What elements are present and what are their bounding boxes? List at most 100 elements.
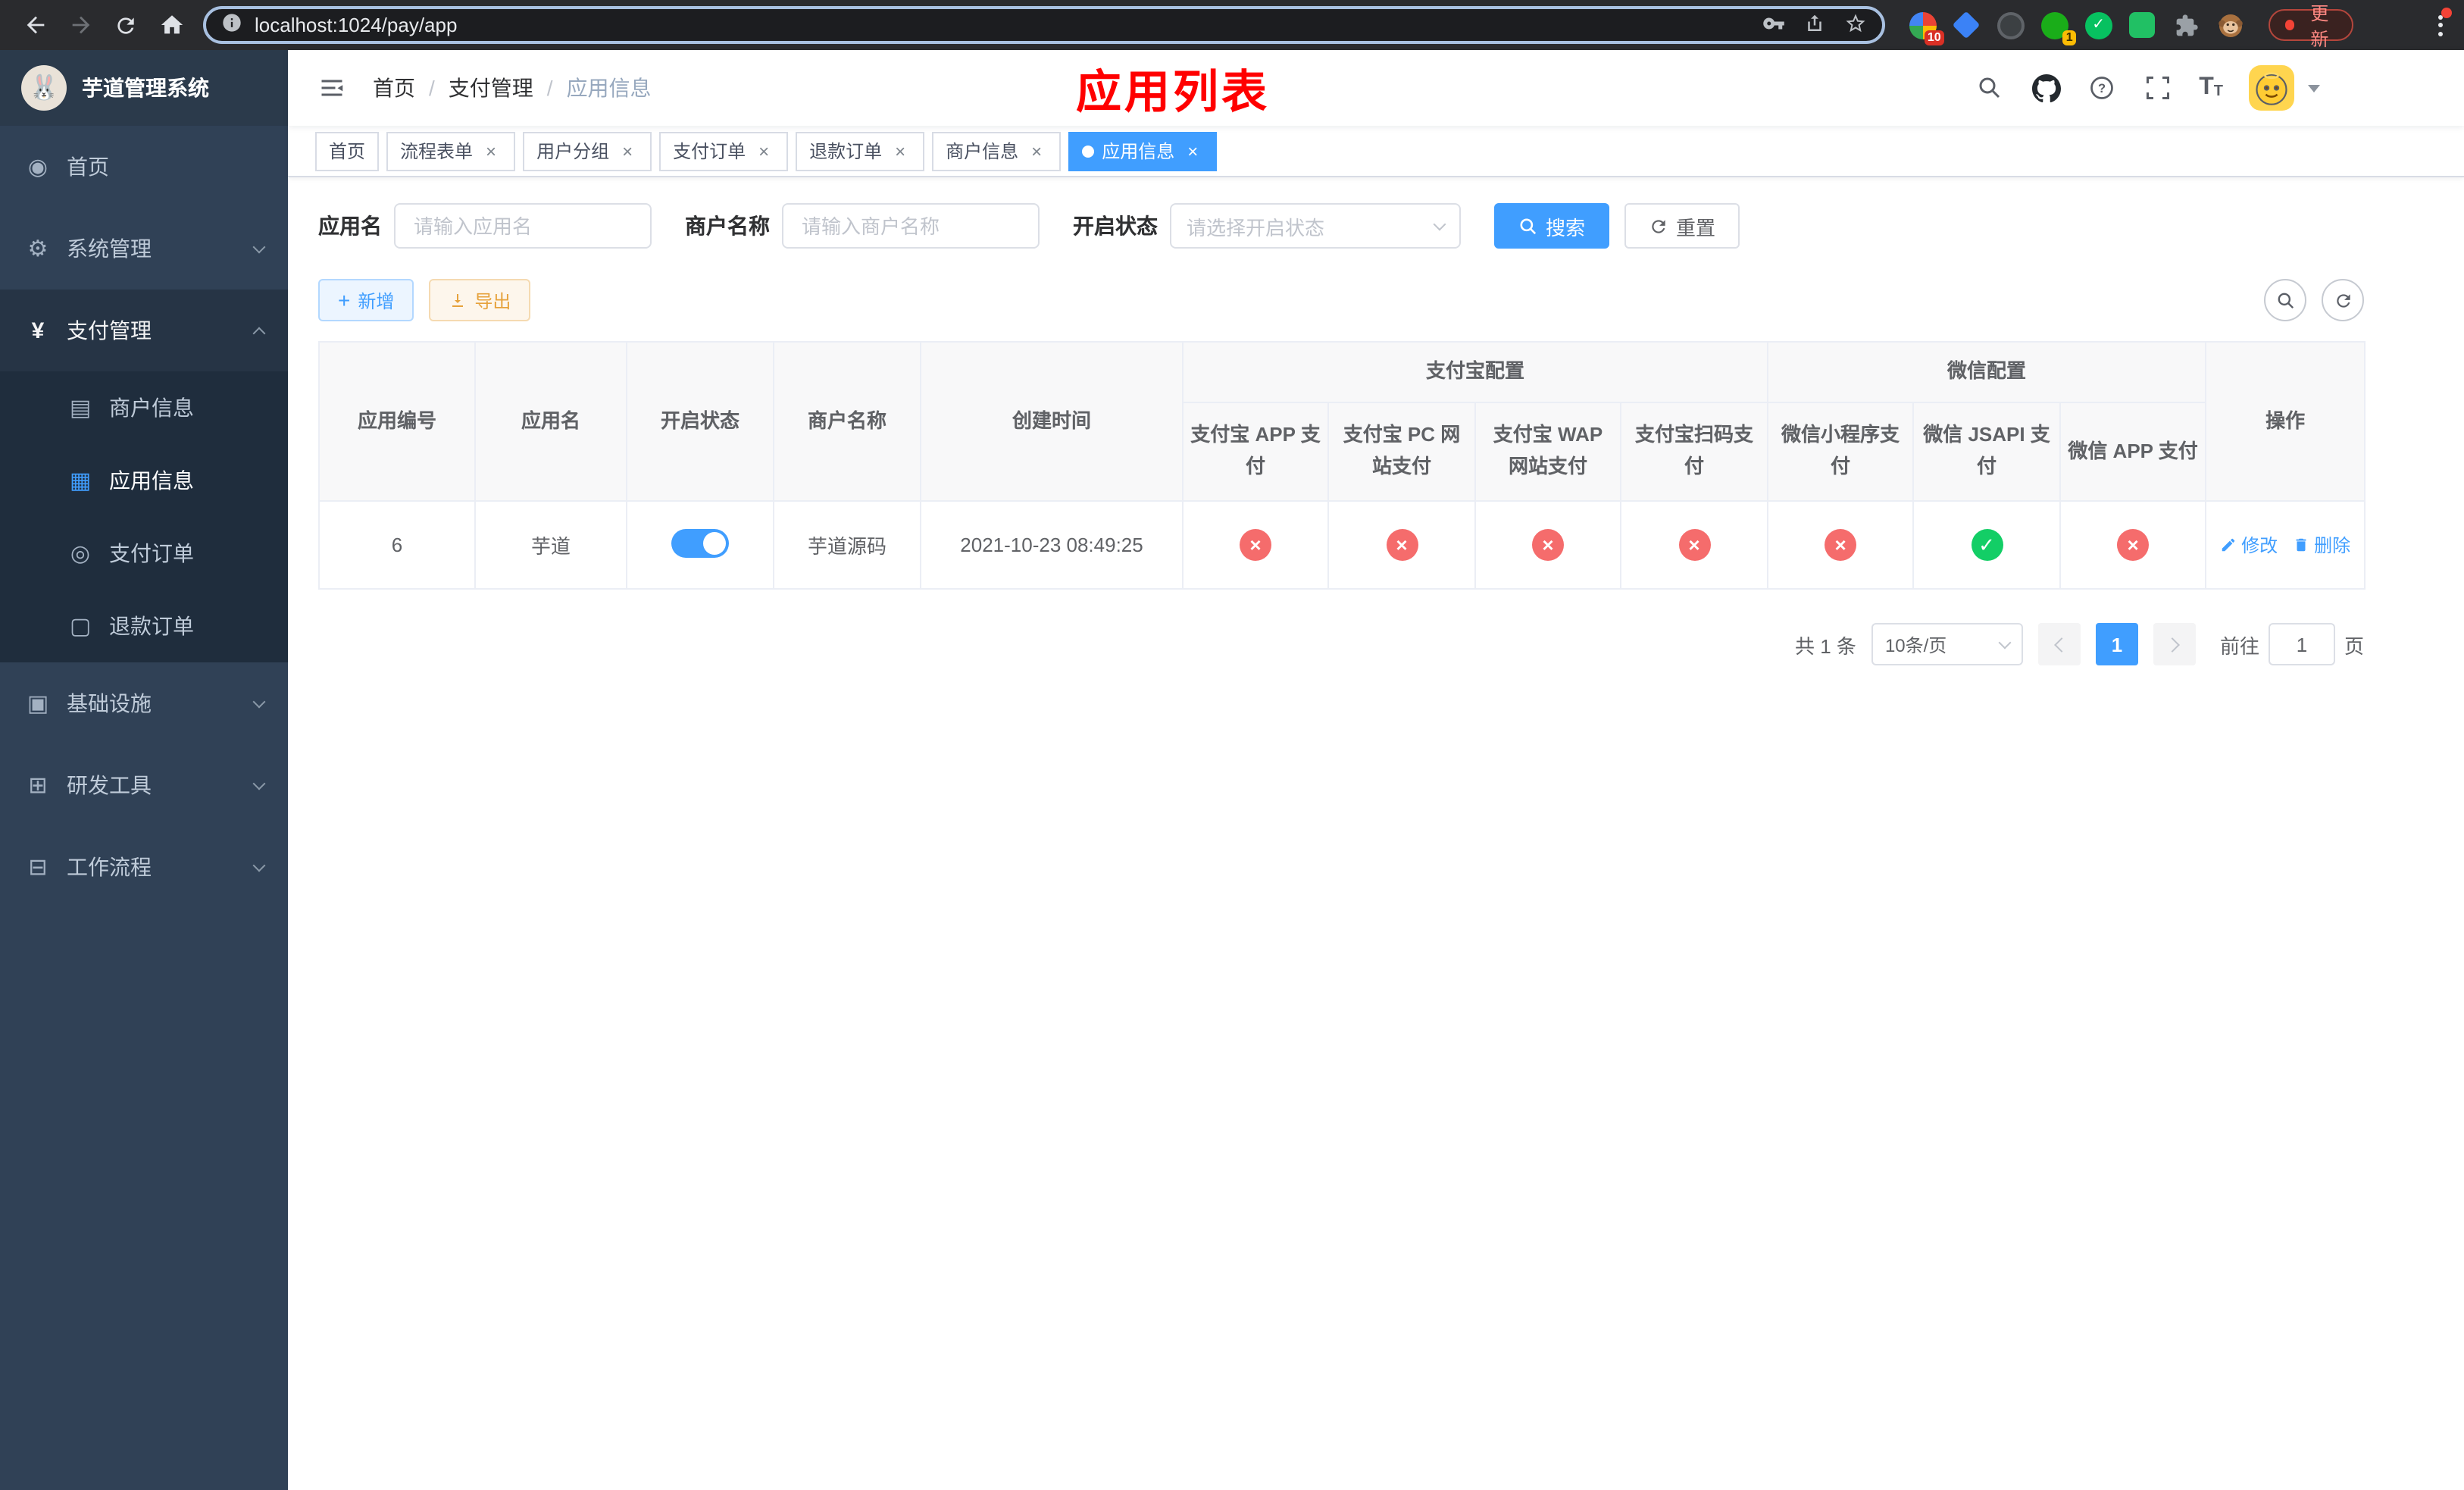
export-button[interactable]: 导出 <box>429 279 531 321</box>
page-number-button[interactable]: 1 <box>2095 623 2138 665</box>
tab-label: 商户信息 <box>946 141 1019 162</box>
tab-close-icon[interactable]: × <box>617 140 638 161</box>
payment-status-icon <box>1971 529 2003 561</box>
next-page-button[interactable] <box>2153 623 2196 665</box>
chevron-down-icon <box>252 239 266 253</box>
search-button[interactable]: 搜索 <box>1494 203 1610 249</box>
plus-icon: + <box>338 288 351 312</box>
sidebar-item-system[interactable]: ⚙ 系统管理 <box>0 208 288 290</box>
tabs-bar: 首页 流程表单 × 用户分组 × 支付订单 × 退款订单 × 商户信息 × 应用… <box>288 126 2464 177</box>
sidebar-item-refund-orders[interactable]: ▢ 退款订单 <box>0 590 288 662</box>
add-button[interactable]: + 新增 <box>318 279 414 321</box>
extension-green-circle-icon[interactable]: ✓ <box>2084 11 2112 39</box>
sidebar-item-workflow[interactable]: ⊟ 工作流程 <box>0 826 288 908</box>
tab-merchant-info[interactable]: 商户信息 × <box>932 131 1062 171</box>
tab-label: 首页 <box>329 141 366 162</box>
tab-close-icon[interactable]: × <box>890 140 911 161</box>
breadcrumb-home[interactable]: 首页 <box>373 73 415 103</box>
sidebar-item-payment[interactable]: ¥ 支付管理 <box>0 290 288 371</box>
search-icon[interactable] <box>1975 73 2005 103</box>
svg-text:?: ? <box>2098 82 2106 95</box>
chevron-down-icon <box>1998 635 2012 649</box>
toggle-search-button[interactable] <box>2264 279 2306 321</box>
fullscreen-icon[interactable] <box>2143 73 2173 103</box>
extension-diamond-icon[interactable] <box>1953 11 1981 39</box>
navbar-actions: ? TT <box>1975 65 2443 111</box>
cell-alipay-app <box>1182 500 1329 590</box>
tab-label: 支付订单 <box>673 141 746 162</box>
cell-alipay-qr <box>1619 500 1769 590</box>
github-icon[interactable] <box>2031 73 2061 103</box>
sidebar: 🐰 芋道管理系统 ◉ 首页 ⚙ 系统管理 ¥ 支付管理 ▤ 商户信息 ▦ 应用信… <box>0 50 288 1490</box>
document-icon: ▢ <box>69 614 92 640</box>
delete-link[interactable]: 删除 <box>2293 532 2350 558</box>
sidebar-item-payment-orders[interactable]: ◎ 支付订单 <box>0 517 288 590</box>
tab-home[interactable]: 首页 <box>315 131 380 171</box>
sidebar-collapse-button[interactable] <box>309 65 355 111</box>
sidebar-item-infrastructure[interactable]: ▣ 基础设施 <box>0 662 288 744</box>
column-header-created: 创建时间 <box>920 341 1184 502</box>
font-size-icon[interactable]: TT <box>2199 75 2223 100</box>
group-header-wechat: 微信配置 <box>1767 341 2207 403</box>
active-tab-dot <box>1082 145 1095 157</box>
extension-dark-icon[interactable] <box>1997 11 2025 39</box>
browser-menu-button[interactable] <box>2432 7 2452 42</box>
share-icon[interactable] <box>1803 11 1826 39</box>
goto-label: 前往 <box>2219 634 2259 657</box>
breadcrumb-payment[interactable]: 支付管理 <box>449 73 533 103</box>
sidebar-item-app-info[interactable]: ▦ 应用信息 <box>0 444 288 517</box>
sidebar-item-merchant-info[interactable]: ▤ 商户信息 <box>0 371 288 444</box>
cell-status <box>626 500 774 590</box>
tab-label: 应用信息 <box>1102 141 1175 162</box>
tab-close-icon[interactable]: × <box>1026 140 1047 161</box>
status-toggle[interactable] <box>671 528 729 557</box>
browser-forward-button[interactable] <box>61 5 100 45</box>
browser-home-button[interactable] <box>152 5 191 45</box>
extension-pinwheel-icon[interactable]: 10 <box>1909 11 1944 45</box>
payment-status-icon <box>1532 529 1564 561</box>
bank-card-icon: ▤ <box>69 396 92 421</box>
column-header-alipay-app: 支付宝 APP 支付 <box>1182 402 1329 502</box>
tab-close-icon[interactable]: × <box>1182 140 1203 161</box>
tab-refund-orders[interactable]: 退款订单 × <box>796 131 925 171</box>
password-key-icon[interactable] <box>1762 11 1785 39</box>
extension-wechat-icon[interactable]: 1 <box>2040 11 2076 45</box>
app-name-input[interactable] <box>394 203 652 249</box>
page-content: 应用名 商户名称 开启状态 请选择开启状态 <box>288 177 2464 1490</box>
status-select[interactable]: 请选择开启状态 <box>1170 203 1461 249</box>
sidebar-item-dev-tools[interactable]: ⊞ 研发工具 <box>0 744 288 826</box>
page-size-select[interactable]: 10条/页 <box>1871 623 2023 665</box>
goto-page-input[interactable] <box>2268 623 2335 665</box>
extension-puzzle-icon[interactable] <box>2173 11 2200 39</box>
tab-app-info[interactable]: 应用信息 × <box>1068 131 1218 171</box>
browser-profile-avatar[interactable] <box>2217 11 2244 39</box>
sidebar-item-label: 工作流程 <box>67 855 152 879</box>
refresh-button[interactable] <box>2322 279 2364 321</box>
prev-page-button[interactable] <box>2037 623 2081 665</box>
tab-close-icon[interactable]: × <box>480 140 502 161</box>
tab-process-form[interactable]: 流程表单 × <box>386 131 516 171</box>
browser-reload-button[interactable] <box>106 5 145 45</box>
tab-close-icon[interactable]: × <box>753 140 774 161</box>
address-bar[interactable]: localhost:1024/pay/app <box>203 6 1885 44</box>
bookmark-star-icon[interactable] <box>1844 11 1867 39</box>
user-avatar[interactable] <box>2249 65 2294 111</box>
avatar-dropdown-caret <box>2308 84 2320 92</box>
refresh-icon <box>2336 293 2350 307</box>
merchant-name-input[interactable] <box>782 203 1040 249</box>
site-info-icon[interactable] <box>221 12 242 38</box>
reset-button[interactable]: 重置 <box>1624 203 1740 249</box>
help-icon[interactable]: ? <box>2087 73 2117 103</box>
tab-user-group[interactable]: 用户分组 × <box>523 131 652 171</box>
search-icon <box>2277 292 2294 308</box>
pencil-icon <box>2222 538 2235 552</box>
tab-payment-orders[interactable]: 支付订单 × <box>659 131 789 171</box>
payment-status-icon <box>1825 529 1857 561</box>
browser-back-button[interactable] <box>15 5 55 45</box>
extension-green-square-icon[interactable] <box>2129 11 2156 39</box>
edit-link[interactable]: 修改 <box>2220 532 2278 558</box>
column-header-wx-mini: 微信小程序支付 <box>1767 402 1915 502</box>
cell-alipay-pc <box>1327 500 1476 590</box>
sidebar-item-home[interactable]: ◉ 首页 <box>0 126 288 208</box>
browser-update-button[interactable]: 更新 <box>2268 2 2353 49</box>
